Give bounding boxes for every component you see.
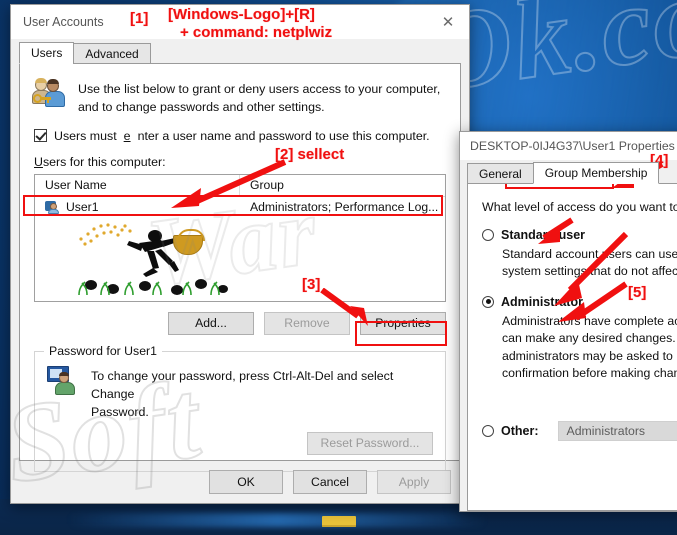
add-button[interactable]: Add... <box>168 311 254 335</box>
intro-block: Use the list below to grant or deny user… <box>20 64 460 121</box>
standard-user-label: Standard user <box>501 228 586 242</box>
administrator-option[interactable]: Administrator <box>482 295 677 312</box>
administrator-label: Administrator <box>501 294 583 309</box>
basket-icon <box>173 228 205 255</box>
user-name-text: User1 <box>66 199 99 214</box>
users-key-icon <box>32 78 66 110</box>
annotation-2-label: [2] sellect <box>275 146 345 163</box>
other-option[interactable]: Other: Administrators <box>482 397 677 441</box>
password-group-legend: Password for User1 <box>44 343 162 358</box>
intro-line-1: Use the list below to grant or deny user… <box>78 82 441 96</box>
column-header-user-name[interactable]: User Name <box>35 174 240 196</box>
properties-window-title: DESKTOP-0IJ4G37\User1 Properties <box>470 139 675 153</box>
password-group: Password for User1 To change your passwo… <box>34 343 446 472</box>
tab-advanced[interactable]: Advanced <box>73 43 151 64</box>
ok-button[interactable]: OK <box>209 470 283 494</box>
password-user-icon <box>47 365 79 396</box>
require-password-label: Users must <box>54 128 117 143</box>
require-password-checkbox[interactable] <box>34 129 47 143</box>
remove-button: Remove <box>264 311 350 335</box>
tab-general[interactable]: General <box>467 163 534 184</box>
tab-group-membership[interactable]: Group Membership <box>532 162 660 184</box>
user-properties-window: DESKTOP-0IJ4G37\User1 Properties General… <box>459 131 677 512</box>
users-list-label: Users for this computer: <box>20 145 460 174</box>
tab-users[interactable]: Users <box>19 42 75 64</box>
reset-password-button: Reset Password... <box>307 431 433 455</box>
cancel-button[interactable]: Cancel <box>293 470 367 494</box>
column-header-group[interactable]: Group <box>240 175 284 196</box>
standard-desc-line-2: system settings that do not affect <box>502 264 677 279</box>
password-line-2: Password. <box>91 404 149 419</box>
properties-titlebar: DESKTOP-0IJ4G37\User1 Properties <box>460 132 677 160</box>
standard-user-radio[interactable] <box>482 229 494 241</box>
cell-user-name: User1 <box>35 200 240 214</box>
user-account-icon <box>45 200 60 214</box>
properties-tabstrip: General Group Membership <box>467 162 677 184</box>
apply-button: Apply <box>377 470 451 494</box>
annotation-1-line2: + command: netplwiz <box>180 24 333 41</box>
password-line-1: To change your password, press Ctrl-Alt-… <box>91 368 394 401</box>
other-group-select[interactable]: Administrators <box>557 420 677 441</box>
users-list-header: User Name Group <box>35 174 445 197</box>
user-accounts-window: User Accounts ✕ Users Advanced Use the l… <box>10 4 470 504</box>
annotation-5-tag: [5] <box>628 284 647 301</box>
dialog-footer: OK Cancel Apply <box>11 461 469 503</box>
require-password-row[interactable]: Users must e nter a user name and passwor… <box>20 121 460 145</box>
require-password-label-rest: nter a user name and password to use thi… <box>137 128 430 143</box>
access-level-question: What level of access do you want to g <box>482 200 677 214</box>
properties-body: General Group Membership What level of a… <box>460 160 677 511</box>
users-tab-panel: Use the list below to grant or deny user… <box>19 63 461 472</box>
users-list-label-accel: U <box>34 154 43 169</box>
users-list-label-rest: sers for this computer: <box>42 154 166 169</box>
password-instructions: To change your password, press Ctrl-Alt-… <box>91 366 433 422</box>
administrator-description: Administrators have complete ac can make… <box>482 312 677 397</box>
admin-desc-line-3: administrators may be asked to p <box>502 348 677 363</box>
admin-desc-line-1: Administrators have complete ac <box>502 313 677 328</box>
table-row[interactable]: User1 Administrators; Performance Log... <box>35 197 445 217</box>
standard-user-option[interactable]: Standard user <box>482 228 677 245</box>
require-password-accel: e <box>123 128 131 143</box>
user-list-actions: Add... Remove Properties <box>20 302 460 335</box>
properties-button[interactable]: Properties <box>360 311 446 335</box>
other-radio[interactable] <box>482 424 494 437</box>
user-accounts-tabstrip: Users Advanced <box>19 42 461 64</box>
close-icon[interactable]: ✕ <box>427 6 469 39</box>
admin-desc-line-2: can make any desired changes. B <box>502 331 677 346</box>
annotation-1-line1: [Windows-Logo]+[R] <box>168 6 315 23</box>
other-label: Other: <box>501 423 539 438</box>
administrator-radio[interactable] <box>482 295 494 308</box>
annotation-1-tag: [1] <box>130 10 149 27</box>
picnic-clipart <box>73 223 243 295</box>
taskbar-highlight <box>67 513 488 527</box>
group-membership-panel: What level of access do you want to g St… <box>467 183 677 511</box>
annotation-3-tag: [3] <box>302 276 321 293</box>
admin-desc-line-4: confirmation before making chan <box>502 366 677 381</box>
window-title: User Accounts <box>23 15 104 29</box>
intro-line-2: and to change passwords and other settin… <box>78 99 325 114</box>
folder-icon[interactable] <box>321 516 356 527</box>
user-accounts-body: Users Advanced Use the list below to gra… <box>11 39 469 503</box>
intro-text: Use the list below to grant or deny user… <box>78 78 440 117</box>
standard-user-description: Standard account users can use m system … <box>482 245 677 295</box>
standard-desc-line-1: Standard account users can use m <box>502 247 677 261</box>
users-listbox[interactable]: User Name Group User1 Administrators; Pe… <box>34 173 446 302</box>
cell-group: Administrators; Performance Log... <box>250 199 439 214</box>
